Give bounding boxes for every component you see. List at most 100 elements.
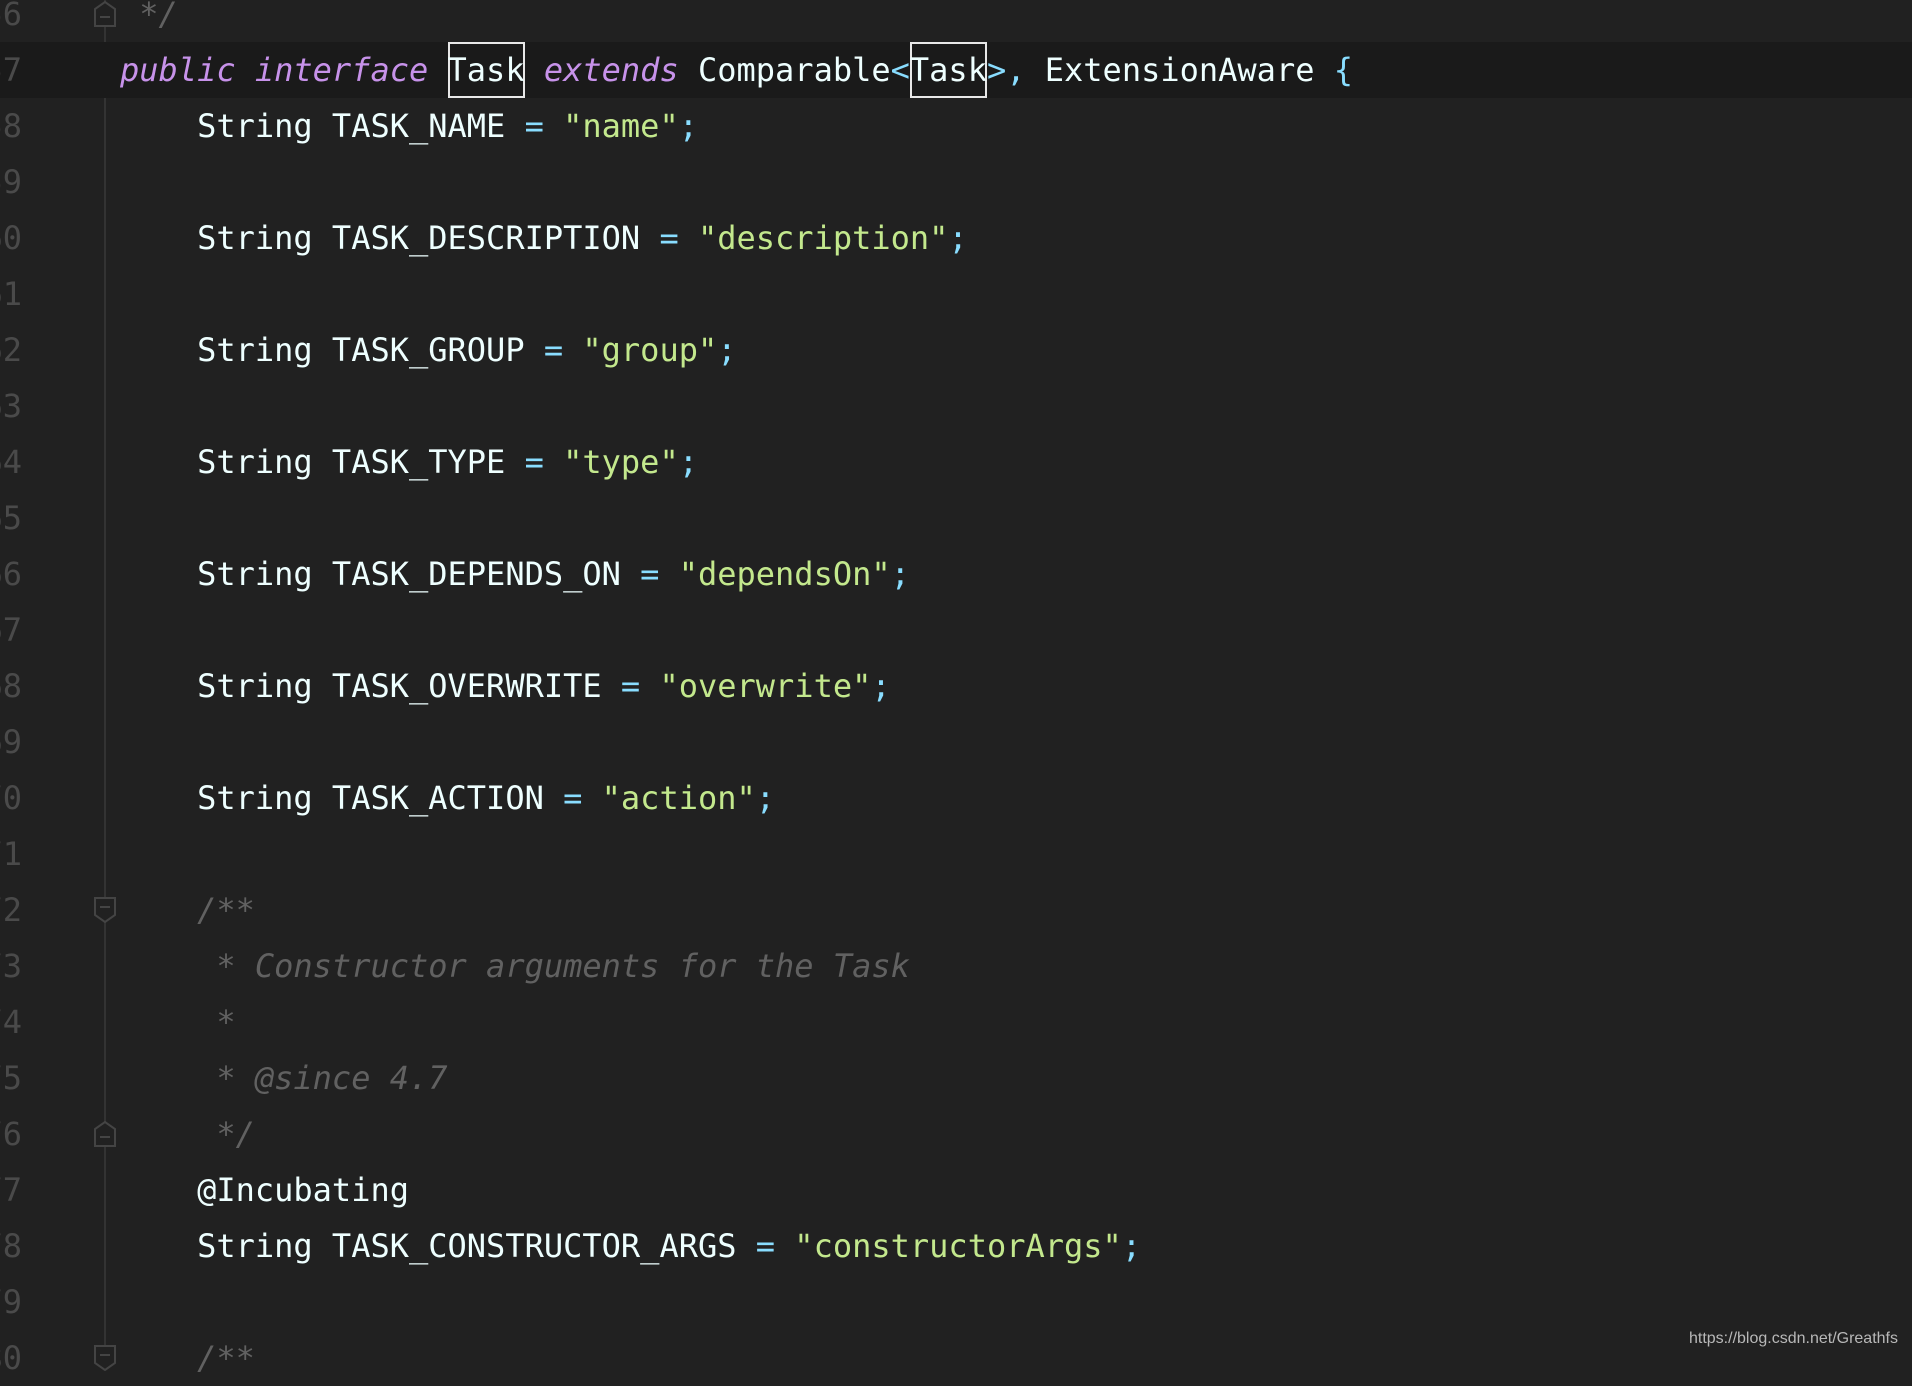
line-number: 58	[0, 107, 22, 145]
code-text: /**	[120, 882, 255, 938]
code-line[interactable]: 68 String TASK_OVERWRITE = "overwrite";	[0, 658, 1912, 714]
code-text: @Incubating	[120, 1162, 409, 1218]
code-token: {	[1333, 51, 1353, 89]
line-number: 80	[0, 1339, 22, 1377]
code-text: * @since 4.7	[120, 1050, 448, 1106]
line-number: 59	[0, 163, 22, 201]
code-line[interactable]: 57 public interface Task extends Comparab…	[0, 42, 1912, 98]
line-number: 79	[0, 1283, 22, 1321]
code-token: String TASK_DEPENDS_ON	[120, 555, 641, 593]
code-line[interactable]: 70 String TASK_ACTION = "action";	[0, 770, 1912, 826]
code-line[interactable]: 56 */	[0, 0, 1912, 42]
line-number: 75	[0, 1059, 22, 1097]
code-token: String TASK_TYPE	[120, 443, 525, 481]
code-token: "overwrite"	[659, 667, 872, 705]
line-number: 69	[0, 723, 22, 761]
line-number: 77	[0, 1171, 22, 1209]
code-token: *	[120, 1003, 236, 1041]
code-token: =	[620, 667, 660, 705]
line-number: 78	[0, 1227, 22, 1265]
code-token: ;	[717, 331, 737, 369]
code-token: "type"	[563, 443, 679, 481]
code-line[interactable]: 75 * @since 4.7	[0, 1050, 1912, 1106]
code-line[interactable]: 65	[0, 490, 1912, 546]
code-line[interactable]: 60 String TASK_DESCRIPTION = "descriptio…	[0, 210, 1912, 266]
code-token: ExtensionAware	[1044, 51, 1334, 89]
line-number: 57	[0, 51, 22, 89]
line-number: 71	[0, 835, 22, 873]
code-token: String TASK_ACTION	[120, 779, 564, 817]
fold-end-icon[interactable]	[94, 1, 116, 27]
code-token: =	[543, 331, 583, 369]
code-token: */	[120, 0, 178, 33]
code-line[interactable]: 66 String TASK_DEPENDS_ON = "dependsOn";	[0, 546, 1912, 602]
code-token: * @since	[120, 1059, 371, 1097]
code-line[interactable]: 80 /**	[0, 1330, 1912, 1386]
code-token: "description"	[697, 219, 949, 257]
code-token: =	[640, 555, 679, 593]
code-token: "dependsOn"	[678, 555, 891, 593]
code-line[interactable]: 79	[0, 1274, 1912, 1330]
code-line[interactable]: 59	[0, 154, 1912, 210]
code-token: >,	[986, 51, 1045, 89]
code-token: /**	[120, 891, 255, 929]
fold-collapse-icon[interactable]	[94, 1345, 116, 1371]
code-token: "name"	[563, 107, 679, 145]
line-number: 61	[0, 275, 22, 313]
code-line[interactable]: 63	[0, 378, 1912, 434]
code-token: "action"	[601, 779, 756, 817]
code-line[interactable]: 74 *	[0, 994, 1912, 1050]
code-token: ;	[755, 779, 776, 817]
code-token: =	[524, 443, 564, 481]
code-token: ;	[871, 667, 891, 705]
code-text: String TASK_ACTION = "action";	[120, 770, 775, 826]
line-number: 67	[0, 611, 22, 649]
line-number: 56	[0, 0, 22, 33]
code-token: "constructorArgs"	[794, 1227, 1122, 1265]
line-number: 62	[0, 331, 22, 369]
code-line[interactable]: 73 * Constructor arguments for the Task	[0, 938, 1912, 994]
code-token: ;	[890, 555, 910, 593]
line-number: 63	[0, 387, 22, 425]
code-text: String TASK_CONSTRUCTOR_ARGS = "construc…	[120, 1218, 1141, 1274]
code-token: ;	[948, 219, 968, 257]
code-token: Comparable	[678, 51, 891, 89]
code-line[interactable]: 69	[0, 714, 1912, 770]
code-token: <	[890, 51, 910, 89]
code-text: /**	[120, 1330, 255, 1386]
line-number: 76	[0, 1115, 22, 1153]
code-token: public interface	[120, 51, 448, 89]
code-line[interactable]: 62 String TASK_GROUP = "group";	[0, 322, 1912, 378]
code-token: =	[659, 219, 698, 257]
line-number: 72	[0, 891, 22, 929]
code-token: ;	[678, 107, 698, 145]
code-line[interactable]: 72 /**	[0, 882, 1912, 938]
code-token: "group"	[582, 331, 718, 369]
line-number: 60	[0, 219, 22, 257]
code-token: String TASK_NAME	[120, 107, 525, 145]
code-token: extends	[543, 51, 679, 89]
line-number: 68	[0, 667, 22, 705]
code-line[interactable]: 61	[0, 266, 1912, 322]
code-token: =	[524, 107, 564, 145]
code-text: */	[120, 1106, 255, 1162]
code-line[interactable]: 67	[0, 602, 1912, 658]
code-token: 4.7	[370, 1059, 448, 1097]
fold-end-icon[interactable]	[94, 1121, 116, 1147]
code-line[interactable]: 58 String TASK_NAME = "name";	[0, 98, 1912, 154]
code-text: public interface Task extends Comparable…	[120, 42, 1353, 98]
code-line[interactable]: 64 String TASK_TYPE = "type";	[0, 434, 1912, 490]
fold-collapse-icon[interactable]	[94, 897, 116, 923]
code-line[interactable]: 76 */	[0, 1106, 1912, 1162]
code-text: String TASK_GROUP = "group";	[120, 322, 737, 378]
code-token: * Constructor arguments for the Task	[120, 947, 910, 985]
highlighted-identifier: Task	[910, 42, 987, 98]
code-token: @Incubating	[120, 1171, 409, 1209]
code-line[interactable]: 77 @Incubating	[0, 1162, 1912, 1218]
code-token: ;	[678, 443, 698, 481]
code-token: String TASK_GROUP	[120, 331, 544, 369]
code-line[interactable]: 78 String TASK_CONSTRUCTOR_ARGS = "const…	[0, 1218, 1912, 1274]
code-line[interactable]: 71	[0, 826, 1912, 882]
highlighted-identifier: Task	[448, 42, 525, 98]
